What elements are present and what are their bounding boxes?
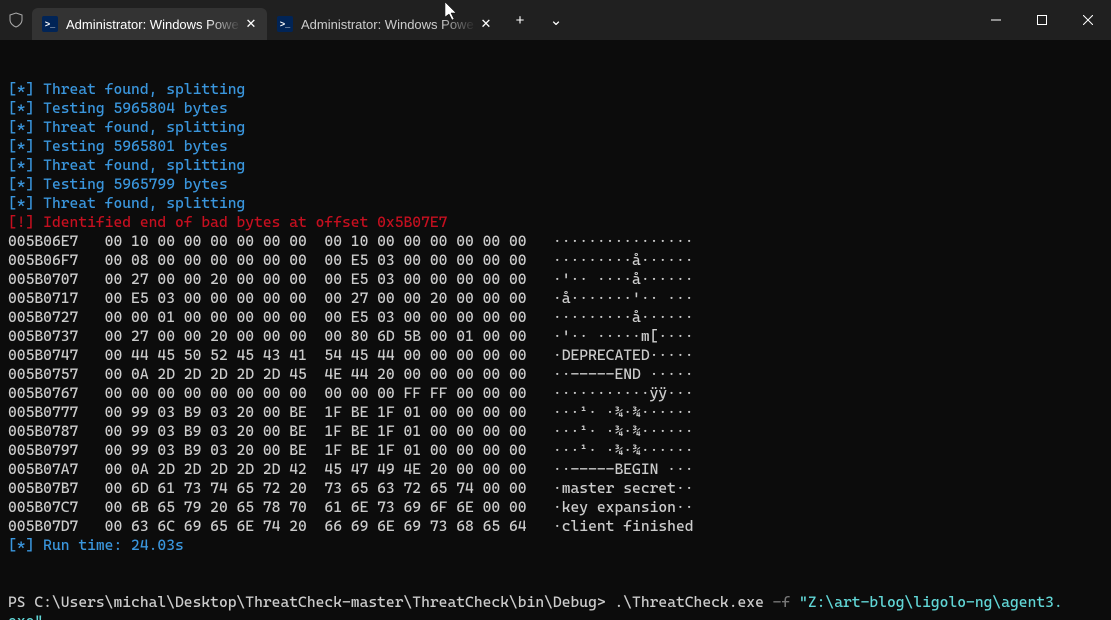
output-line: 005B0757 00 0A 2D 2D 2D 2D 2D 45 4E 44 2… bbox=[8, 365, 1103, 384]
tab-dropdown-button[interactable]: ⌄ bbox=[538, 0, 574, 40]
output-line: 005B0727 00 00 01 00 00 00 00 00 00 E5 0… bbox=[8, 308, 1103, 327]
output-line: 005B0777 00 99 03 B9 03 20 00 BE 1F BE 1… bbox=[8, 403, 1103, 422]
output-line: [*] Testing 5965804 bytes bbox=[8, 99, 1103, 118]
output-line: 005B06E7 00 10 00 00 00 00 00 00 00 10 0… bbox=[8, 232, 1103, 251]
prompt-line: PS C:\Users\michal\Desktop\ThreatCheck-m… bbox=[8, 593, 1103, 612]
powershell-icon: >_ bbox=[277, 16, 293, 32]
output-line: [!] Identified end of bad bytes at offse… bbox=[8, 213, 1103, 232]
output-line: [*] Threat found, splitting bbox=[8, 194, 1103, 213]
close-icon[interactable]: ✕ bbox=[241, 14, 261, 34]
output-line: 005B0747 00 44 45 50 52 45 43 41 54 45 4… bbox=[8, 346, 1103, 365]
output-line: 005B06F7 00 08 00 00 00 00 00 00 00 E5 0… bbox=[8, 251, 1103, 270]
prompt-path: PS C:\Users\michal\Desktop\ThreatCheck-m… bbox=[8, 593, 606, 611]
output-line: exe" bbox=[8, 612, 1103, 620]
close-window-button[interactable] bbox=[1065, 0, 1111, 40]
output-line: [*] Testing 5965801 bytes bbox=[8, 137, 1103, 156]
command-flag: -f bbox=[773, 593, 791, 611]
output-line: [*] Run time: 24.03s bbox=[8, 536, 1103, 555]
minimize-button[interactable] bbox=[973, 0, 1019, 40]
close-icon[interactable]: ✕ bbox=[476, 14, 496, 34]
tab-title: Administrator: Windows Powe bbox=[301, 17, 476, 32]
shield-icon bbox=[0, 0, 32, 40]
maximize-button[interactable] bbox=[1019, 0, 1065, 40]
output-line: 005B07C7 00 6B 65 79 20 65 78 70 61 6E 7… bbox=[8, 498, 1103, 517]
command-text: .\ThreatCheck.exe bbox=[614, 593, 763, 611]
output-line: 005B07B7 00 6D 61 73 74 65 72 20 73 65 6… bbox=[8, 479, 1103, 498]
output-line: 005B0767 00 00 00 00 00 00 00 00 00 00 0… bbox=[8, 384, 1103, 403]
output-line: [*] Threat found, splitting bbox=[8, 118, 1103, 137]
command-arg: "Z:\art-blog\ligolo-ng\agent3. bbox=[799, 593, 1063, 611]
tab-powershell-1[interactable]: >_ Administrator: Windows Powe ✕ bbox=[32, 8, 267, 40]
output-line: 005B07D7 00 63 6C 69 65 6E 74 20 66 69 6… bbox=[8, 517, 1103, 536]
output-line: [*] Threat found, splitting bbox=[8, 80, 1103, 99]
output-line: 005B0717 00 E5 03 00 00 00 00 00 00 27 0… bbox=[8, 289, 1103, 308]
output-line: 005B0707 00 27 00 00 20 00 00 00 00 E5 0… bbox=[8, 270, 1103, 289]
output-line: 005B0737 00 27 00 00 20 00 00 00 00 80 6… bbox=[8, 327, 1103, 346]
new-tab-button[interactable]: + bbox=[502, 0, 538, 40]
powershell-icon: >_ bbox=[42, 16, 58, 32]
output-line: 005B0797 00 99 03 B9 03 20 00 BE 1F BE 1… bbox=[8, 441, 1103, 460]
output-line: [*] Threat found, splitting bbox=[8, 156, 1103, 175]
tab-powershell-2[interactable]: >_ Administrator: Windows Powe ✕ bbox=[267, 8, 502, 40]
output-line: 005B07A7 00 0A 2D 2D 2D 2D 2D 42 45 47 4… bbox=[8, 460, 1103, 479]
tab-title: Administrator: Windows Powe bbox=[66, 17, 241, 32]
output-line: 005B0787 00 99 03 B9 03 20 00 BE 1F BE 1… bbox=[8, 422, 1103, 441]
terminal-output[interactable]: [*] Threat found, splitting[*] Testing 5… bbox=[0, 40, 1111, 620]
output-line: [*] Testing 5965799 bytes bbox=[8, 175, 1103, 194]
window-titlebar: >_ Administrator: Windows Powe ✕ >_ Admi… bbox=[0, 0, 1111, 40]
window-controls bbox=[973, 0, 1111, 40]
